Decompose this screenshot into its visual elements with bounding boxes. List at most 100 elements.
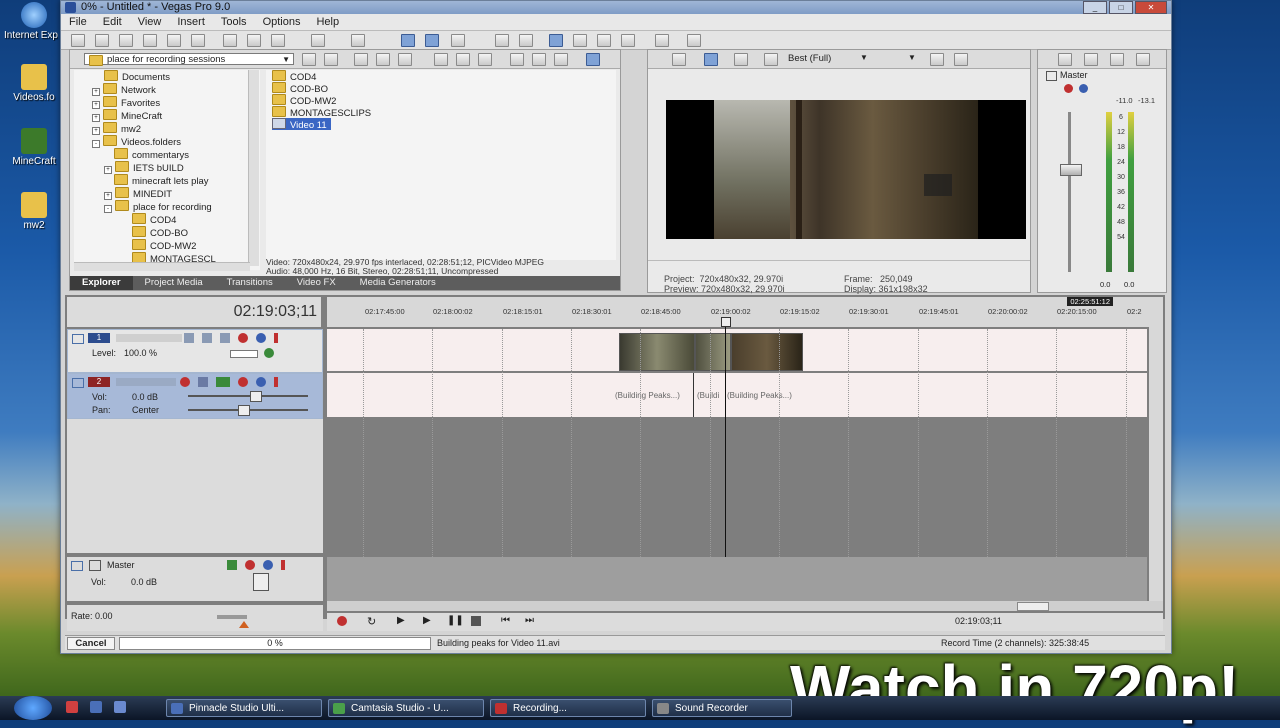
- minimize-button[interactable]: _: [1083, 1, 1107, 14]
- tree-item[interactable]: - Videos.folders: [92, 135, 181, 148]
- paste-icon[interactable]: [271, 34, 285, 47]
- undo-icon[interactable]: [311, 34, 325, 47]
- tree-item[interactable]: commentarys: [114, 148, 189, 161]
- arm-for-record-icon[interactable]: [180, 377, 190, 387]
- get-media-icon[interactable]: [510, 53, 524, 66]
- menu-help[interactable]: Help: [308, 14, 347, 30]
- insert-fx-icon[interactable]: [1084, 53, 1098, 66]
- tree-item[interactable]: + MineCraft: [92, 109, 162, 122]
- track-fx-icon[interactable]: [216, 377, 230, 387]
- play-icon[interactable]: ▶: [423, 615, 431, 626]
- master-fader-handle[interactable]: [1060, 164, 1082, 176]
- help-icon[interactable]: [687, 34, 701, 47]
- fx-bypass-icon[interactable]: [1064, 84, 1073, 93]
- open-icon[interactable]: [95, 34, 109, 47]
- capture-icon[interactable]: [532, 53, 546, 66]
- video-track-lane[interactable]: [327, 329, 1147, 371]
- tab-transitions[interactable]: Transitions: [215, 276, 285, 290]
- tree-item[interactable]: + Network: [92, 83, 156, 96]
- copy-icon[interactable]: [247, 34, 261, 47]
- selection-tool-icon[interactable]: [597, 34, 611, 47]
- file-item[interactable]: MONTAGESCLIPS: [272, 106, 371, 119]
- file-item[interactable]: COD-BO: [272, 82, 328, 95]
- timeline-ruler[interactable]: 02:25:51:12 02:17:45:00 02:18:00:02 02:1…: [327, 297, 1149, 327]
- tree-vertical-scrollbar[interactable]: [248, 70, 259, 266]
- tree-item[interactable]: minecraft lets play: [114, 174, 209, 187]
- tree-item[interactable]: + MINEDIT: [104, 187, 172, 200]
- master-volume-handle[interactable]: [253, 573, 269, 591]
- path-dropdown[interactable]: place for recording sessions ▼: [84, 53, 294, 66]
- solo-icon[interactable]: [256, 377, 266, 387]
- tree-item[interactable]: COD4: [132, 213, 176, 226]
- tree-item[interactable]: Documents: [104, 70, 170, 83]
- track-fx-icon[interactable]: [220, 333, 230, 343]
- file-item[interactable]: COD-MW2: [272, 94, 336, 107]
- what-is-this-icon[interactable]: [655, 34, 669, 47]
- switch-windows-icon[interactable]: [114, 701, 126, 713]
- tree-item[interactable]: - place for recording: [104, 200, 212, 213]
- snapping-icon[interactable]: [401, 34, 415, 47]
- mw2-desktop-icon[interactable]: mw2: [4, 192, 64, 231]
- track-menu-icon[interactable]: [274, 377, 278, 387]
- stop-icon[interactable]: [471, 616, 481, 626]
- auto-crossfade-icon[interactable]: [425, 34, 439, 47]
- track-menu-icon[interactable]: [274, 333, 278, 343]
- stop-preview-icon[interactable]: [456, 53, 470, 66]
- playhead-handle[interactable]: [721, 317, 731, 327]
- preview-properties-icon[interactable]: [672, 53, 686, 66]
- menu-file[interactable]: File: [61, 14, 95, 30]
- properties-icon[interactable]: [191, 34, 205, 47]
- video-track-header[interactable]: 1 Level: 100.0 %: [67, 329, 323, 373]
- tree-item[interactable]: COD-MW2: [132, 239, 196, 252]
- scroll-thumb[interactable]: [1017, 602, 1049, 611]
- views-icon[interactable]: [586, 53, 600, 66]
- tab-video-fx[interactable]: Video FX: [285, 276, 348, 290]
- taskbar-item-recording[interactable]: Recording...: [490, 699, 646, 717]
- track-name-field[interactable]: [116, 334, 182, 342]
- up-folder-icon[interactable]: [302, 53, 316, 66]
- video-event-3[interactable]: [731, 333, 803, 371]
- start-button[interactable]: [14, 696, 52, 720]
- chevron-down-icon[interactable]: ▼: [282, 54, 290, 66]
- track-minimize-icon[interactable]: [72, 334, 84, 344]
- external-monitor-icon[interactable]: [704, 53, 718, 66]
- save-as-icon[interactable]: [143, 34, 157, 47]
- rate-slider[interactable]: [217, 615, 247, 619]
- start-preview-icon[interactable]: [434, 53, 448, 66]
- ripple-icon[interactable]: [451, 34, 465, 47]
- title-bar[interactable]: 0% - Untitled * - Vegas Pro 9.0 _ □ ✕: [61, 1, 1171, 14]
- bus-properties-icon[interactable]: [1058, 53, 1072, 66]
- mute-icon[interactable]: [238, 333, 248, 343]
- tree-item[interactable]: + mw2: [92, 122, 141, 135]
- show-desktop-icon[interactable]: [90, 701, 102, 713]
- menu-options[interactable]: Options: [255, 14, 309, 30]
- videos-folder-desktop-icon[interactable]: Videos.fo: [4, 64, 64, 103]
- expand-icon[interactable]: +: [92, 114, 100, 122]
- track-name-field[interactable]: [116, 378, 176, 386]
- cut-icon[interactable]: [223, 34, 237, 47]
- play-from-start-icon[interactable]: ▶: [397, 615, 405, 626]
- tree-item[interactable]: + IETS bUILD: [104, 161, 184, 174]
- timeline-vertical-scrollbar[interactable]: [1149, 297, 1163, 601]
- mute-icon[interactable]: [1110, 53, 1124, 66]
- copy-snapshot-icon[interactable]: [930, 53, 944, 66]
- volume-slider[interactable]: [188, 395, 308, 397]
- expand-icon[interactable]: +: [104, 192, 112, 200]
- compositing-mode-icon[interactable]: [184, 333, 194, 343]
- render-icon[interactable]: [167, 34, 181, 47]
- taskbar-item-sound-recorder[interactable]: Sound Recorder: [652, 699, 792, 717]
- taskbar-item-camtasia[interactable]: Camtasia Studio - U...: [328, 699, 484, 717]
- menu-view[interactable]: View: [130, 14, 170, 30]
- auto-preview-icon[interactable]: [478, 53, 492, 66]
- tab-project-media[interactable]: Project Media: [133, 276, 215, 290]
- quicklaunch-icon[interactable]: [66, 701, 78, 713]
- pause-icon[interactable]: ❚❚: [447, 615, 464, 626]
- cancel-button[interactable]: Cancel: [67, 637, 115, 650]
- timeline-horizontal-scrollbar[interactable]: [327, 601, 1163, 611]
- track-minimize-icon[interactable]: [71, 561, 83, 571]
- video-event-1[interactable]: [619, 333, 695, 371]
- expand-icon[interactable]: +: [92, 101, 100, 109]
- pan-slider-handle[interactable]: [238, 405, 250, 416]
- menu-tools[interactable]: Tools: [213, 14, 255, 30]
- expand-icon[interactable]: +: [92, 127, 100, 135]
